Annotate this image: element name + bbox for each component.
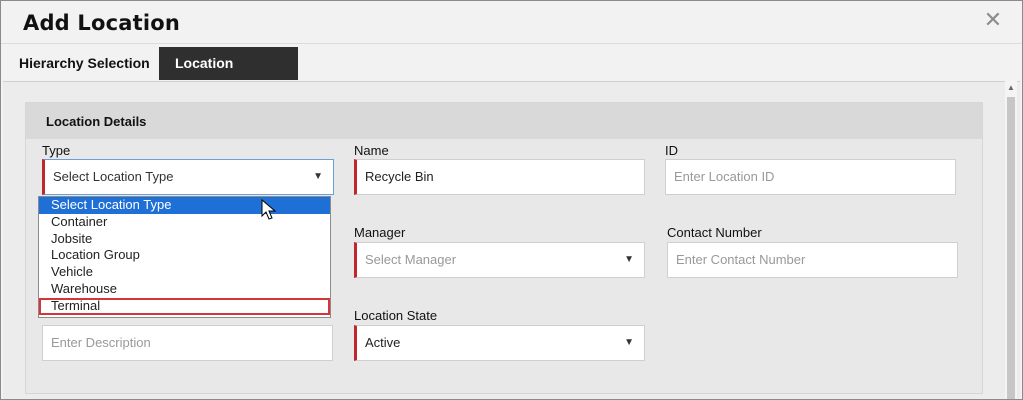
manager-select[interactable]: Select Manager ▼ (354, 242, 645, 278)
type-dropdown-list: Select Location Type Container Jobsite L… (38, 196, 331, 318)
add-location-dialog: Add Location ✕ Hierarchy Selection Locat… (0, 0, 1023, 400)
type-option-location-group[interactable]: Location Group (39, 247, 330, 264)
vertical-scrollbar[interactable]: ▲ (1005, 81, 1017, 399)
contact-number-label: Contact Number (667, 225, 762, 240)
type-select[interactable]: Select Location Type ▼ (42, 159, 334, 195)
location-state-select[interactable]: Active ▼ (354, 325, 645, 361)
chevron-down-icon: ▼ (624, 337, 634, 348)
type-option-container[interactable]: Container (39, 214, 330, 231)
dialog-titlebar: Add Location ✕ (1, 1, 1022, 44)
tab-location-details[interactable]: Location Details (159, 47, 298, 104)
type-option-warehouse[interactable]: Warehouse (39, 281, 330, 298)
type-option-vehicle[interactable]: Vehicle (39, 264, 330, 281)
scroll-thumb[interactable] (1007, 97, 1015, 399)
type-select-value: Select Location Type (53, 169, 174, 184)
tab-hierarchy-selection[interactable]: Hierarchy Selection (3, 47, 166, 80)
location-state-label: Location State (354, 308, 438, 323)
description-input[interactable]: Enter Description (42, 325, 333, 361)
name-input[interactable]: Recycle Bin (354, 159, 645, 195)
panel-header: Location Details (26, 103, 982, 139)
contact-number-input[interactable]: Enter Contact Number (667, 242, 958, 278)
manager-placeholder: Select Manager (365, 252, 457, 267)
type-label: Type (42, 143, 71, 158)
dialog-title: Add Location (23, 11, 181, 35)
id-label: ID (665, 143, 678, 158)
panel-title: Location Details (46, 114, 147, 129)
mouse-pointer-icon (261, 199, 277, 220)
chevron-down-icon: ▼ (313, 171, 323, 182)
location-state-value: Active (365, 335, 401, 350)
type-option-jobsite[interactable]: Jobsite (39, 231, 330, 248)
name-label: Name (354, 143, 389, 158)
id-input[interactable]: Enter Location ID (665, 159, 956, 195)
scroll-up-arrow-icon[interactable]: ▲ (1005, 83, 1017, 93)
chevron-down-icon: ▼ (624, 254, 634, 265)
type-option-select-location-type[interactable]: Select Location Type (39, 197, 330, 214)
type-option-terminal[interactable]: Terminal (39, 297, 330, 315)
manager-label: Manager (354, 225, 406, 240)
close-icon[interactable]: ✕ (982, 9, 1004, 31)
tab-bar: Hierarchy Selection Location Details (1, 47, 1022, 104)
